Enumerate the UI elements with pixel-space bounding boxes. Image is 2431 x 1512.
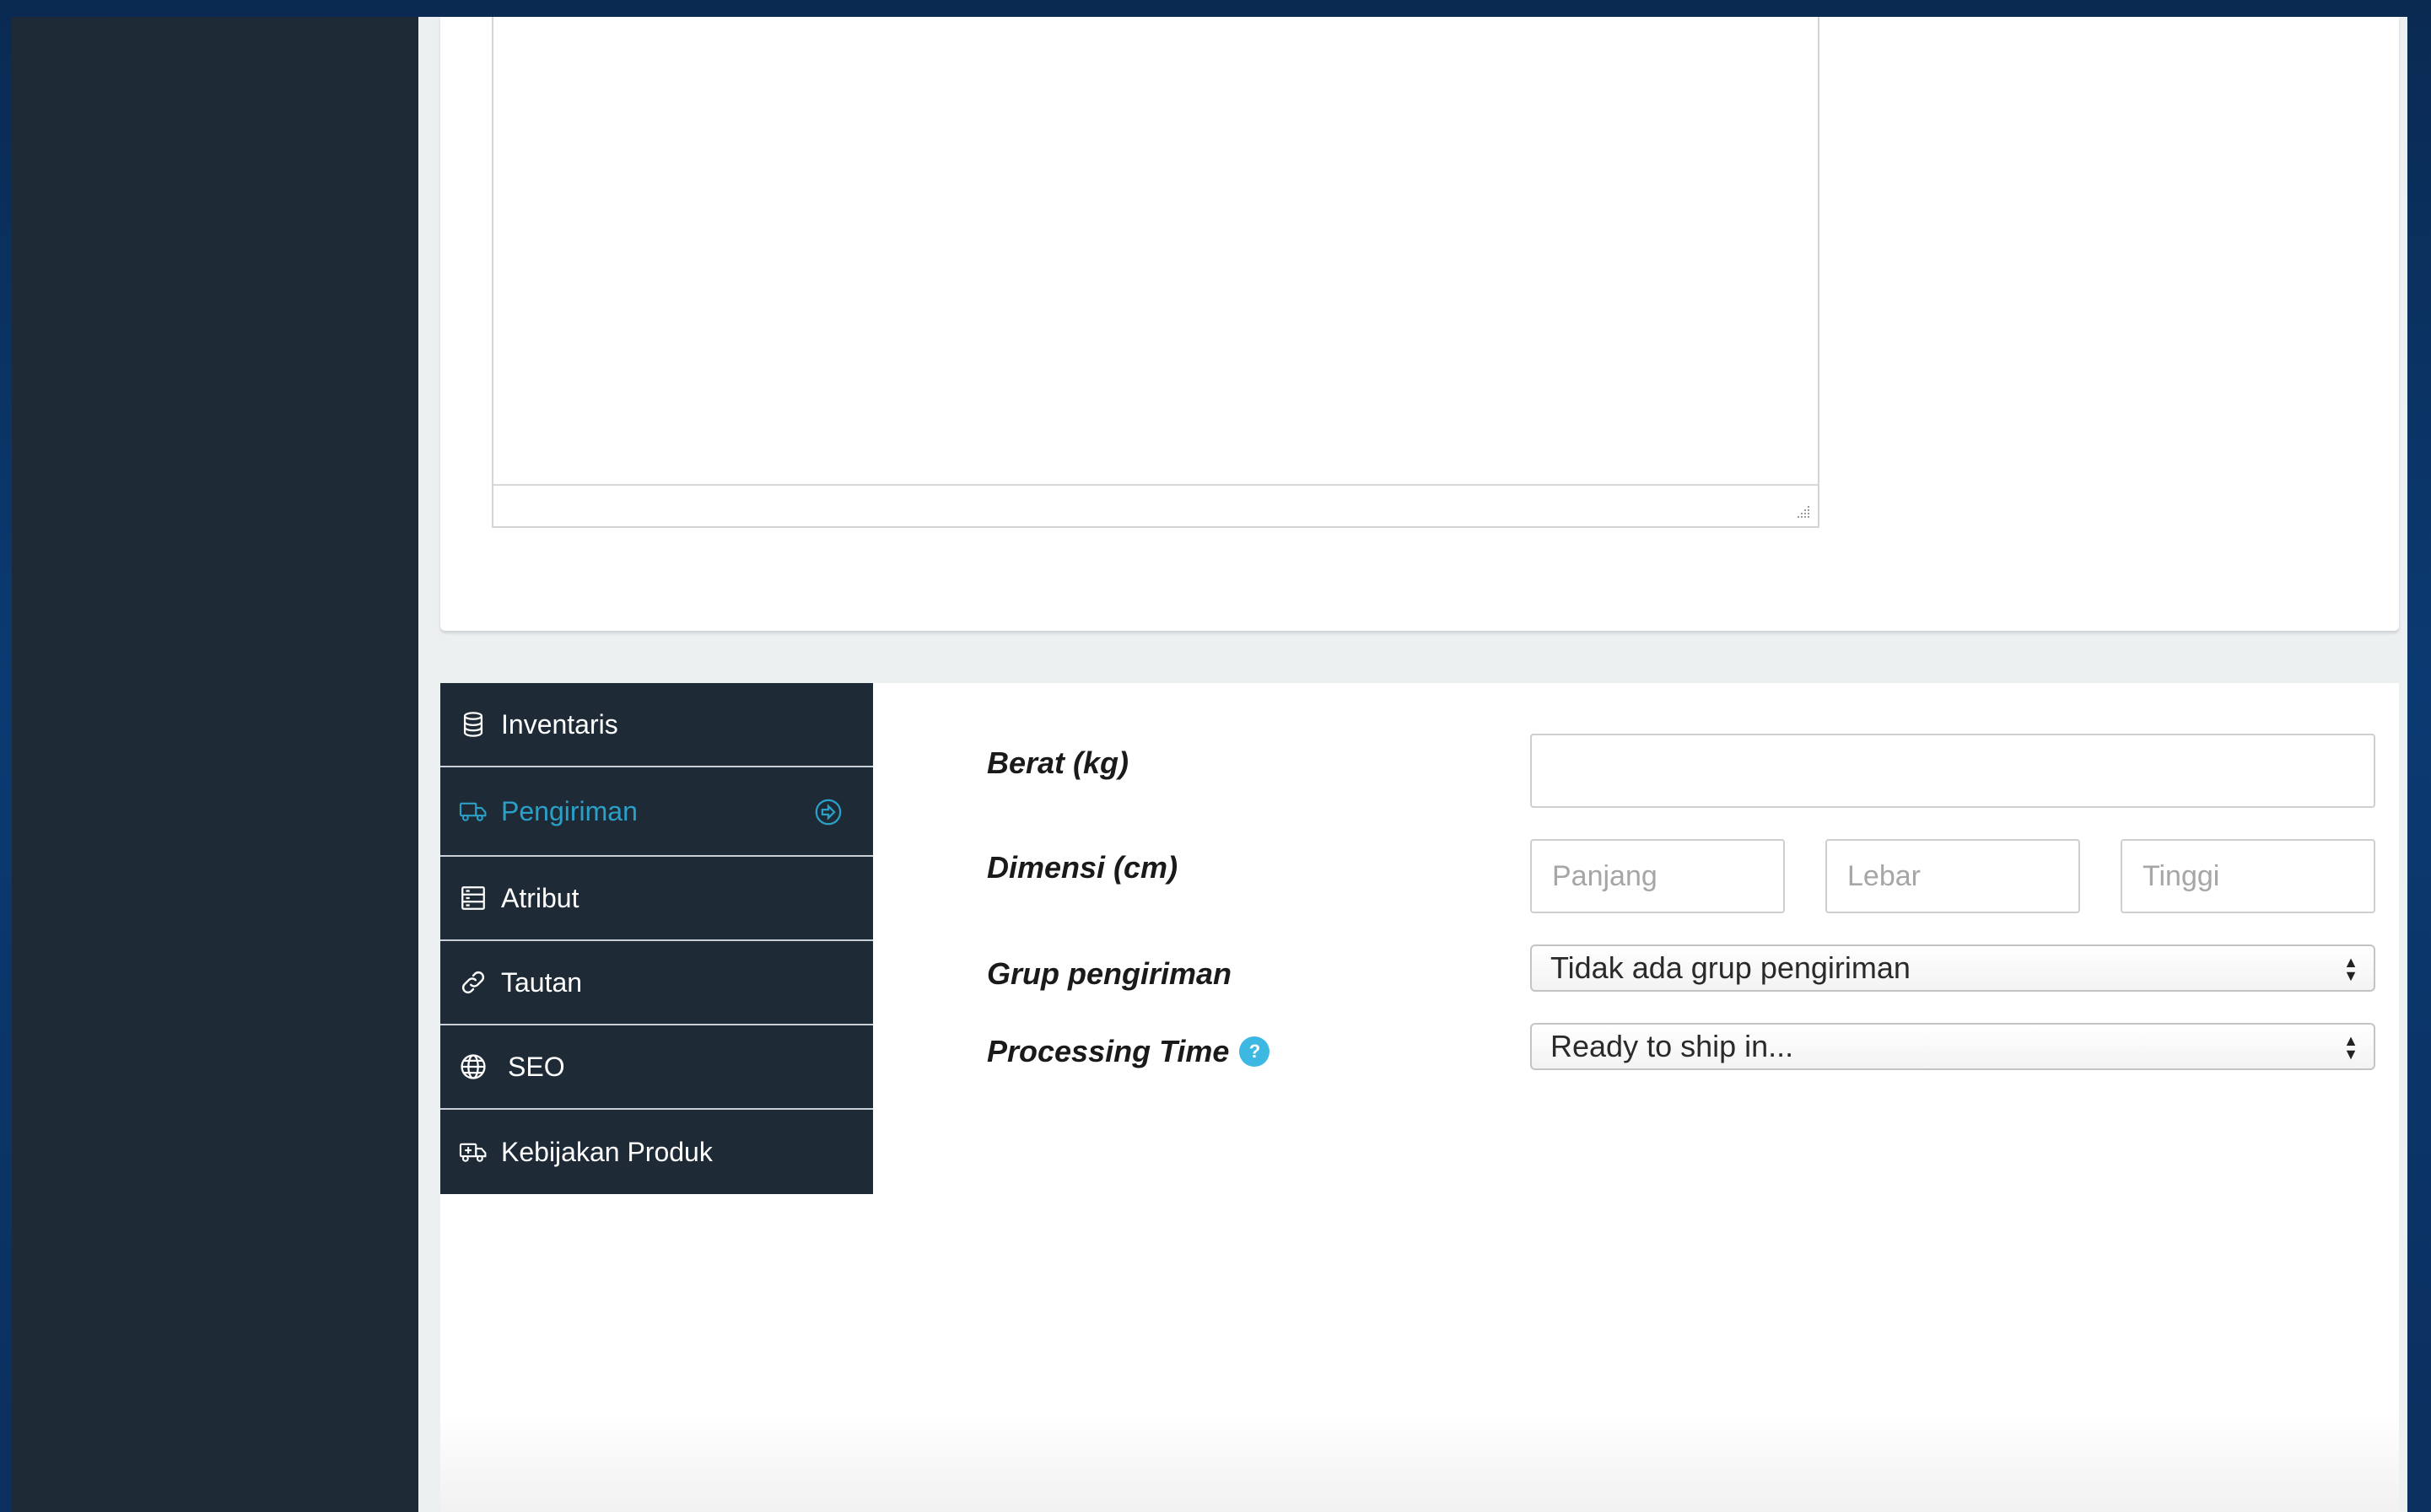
shipping-group-select[interactable]: Tidak ada grup pengiriman ▲ ▼ <box>1530 944 2375 992</box>
resize-grip-icon[interactable] <box>1794 503 1811 519</box>
link-icon <box>459 968 488 997</box>
tab-kebijakan-produk[interactable]: Kebijakan Produk <box>440 1110 873 1194</box>
tab-seo[interactable]: SEO <box>440 1025 873 1110</box>
globe-icon <box>459 1052 488 1081</box>
ambulance-icon <box>459 1138 488 1166</box>
processing-time-value: Ready to ship in... <box>1550 1029 1794 1063</box>
arrow-circle-right-icon <box>815 799 842 826</box>
product-data-tabs: Inventaris Pengiriman Atribut Tautan SEO… <box>440 683 873 1194</box>
dimension-label-text: Dimensi (cm) <box>987 850 1178 885</box>
shipping-group-label-text: Grup pengiriman <box>987 956 1232 991</box>
select-arrows-icon: ▲ ▼ <box>2343 1032 2358 1063</box>
select-arrows-icon: ▲ ▼ <box>2343 954 2358 984</box>
database-icon <box>459 710 488 739</box>
tab-pengiriman[interactable]: Pengiriman <box>440 767 873 857</box>
tab-label: Atribut <box>501 882 579 913</box>
length-input[interactable] <box>1530 839 1785 913</box>
server-icon <box>459 884 488 912</box>
tab-label: Inventaris <box>501 708 618 740</box>
shipping-group-value: Tidak ada grup pengiriman <box>1550 950 1911 985</box>
help-icon[interactable]: ? <box>1239 1036 1270 1067</box>
weight-label-text: Berat (kg) <box>987 745 1129 780</box>
truck-icon <box>459 797 488 826</box>
tab-atribut[interactable]: Atribut <box>440 857 873 941</box>
tab-label: Kebijakan Produk <box>501 1136 713 1167</box>
tab-label: Pengiriman <box>501 795 638 826</box>
processing-time-label: Processing Time ? <box>987 1034 1270 1069</box>
shipping-group-label: Grup pengiriman <box>987 956 1232 992</box>
tab-label: SEO <box>508 1051 565 1082</box>
tab-tautan[interactable]: Tautan <box>440 941 873 1025</box>
editor-statusbar <box>493 484 1818 526</box>
weight-label: Berat (kg) <box>987 745 1129 781</box>
tab-label: Tautan <box>501 966 583 998</box>
processing-time-label-text: Processing Time <box>987 1034 1230 1068</box>
width-input[interactable] <box>1825 839 2080 913</box>
processing-time-select[interactable]: Ready to ship in... ▲ ▼ <box>1530 1023 2375 1070</box>
weight-input[interactable] <box>1530 734 2375 808</box>
dimension-label: Dimensi (cm) <box>987 850 1178 885</box>
height-input[interactable] <box>2121 839 2375 913</box>
app-sidebar <box>12 17 418 1512</box>
tab-inventaris[interactable]: Inventaris <box>440 683 873 767</box>
description-editor[interactable] <box>492 17 1819 528</box>
